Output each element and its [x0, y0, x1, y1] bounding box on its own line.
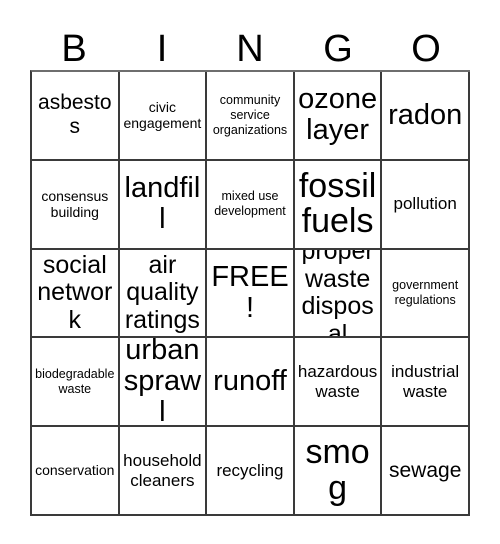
bingo-cell[interactable]: community service organizations — [207, 72, 295, 161]
bingo-cell[interactable]: fossil fuels — [294, 160, 383, 250]
bingo-cell[interactable]: landfill — [119, 160, 208, 250]
bingo-cell[interactable]: consensus building — [32, 160, 120, 250]
bingo-cell[interactable]: runoff — [207, 338, 295, 428]
bingo-cell[interactable]: sewage — [382, 427, 470, 516]
bingo-cell-label: industrial waste — [391, 362, 460, 401]
bingo-cell-label: conservation — [35, 462, 115, 479]
bingo-cell[interactable]: air quality ratings — [119, 249, 208, 339]
bingo-cell-label: sewage — [388, 458, 462, 482]
bingo-cell-label: pollution — [393, 194, 457, 214]
bingo-cell-label: runoff — [213, 365, 287, 398]
bingo-cell-label: mixed use development — [214, 189, 286, 219]
bingo-free-space[interactable]: FREE! — [207, 249, 295, 339]
bingo-cell[interactable]: proper waste disposal — [294, 249, 383, 339]
bingo-cell-label: household cleaners — [123, 450, 202, 490]
bingo-card: B I N G O asbestos civic engagement community … — [0, 0, 500, 544]
bingo-cell-label: biodegradable waste — [35, 367, 115, 396]
bingo-cell[interactable]: household cleaners — [119, 427, 208, 516]
bingo-cell-label: community service organizations — [212, 93, 288, 137]
bingo-cell[interactable]: conservation — [32, 427, 120, 516]
bingo-cell-label: hazardous waste — [297, 362, 378, 401]
bingo-header: BINGO — [30, 18, 470, 70]
bingo-cell[interactable]: civic engagement — [119, 72, 208, 161]
bingo-cell[interactable]: pollution — [382, 160, 470, 250]
bingo-header-letter-o: O — [411, 28, 441, 70]
bingo-header-letter-b: B — [61, 28, 87, 70]
bingo-cell[interactable]: smog — [294, 427, 383, 516]
bingo-cell-label: air quality ratings — [124, 250, 200, 334]
bingo-cell[interactable]: government regulations — [382, 249, 470, 339]
bingo-cell[interactable]: recycling — [207, 427, 295, 516]
bingo-cell-label: radon — [388, 98, 463, 131]
bingo-cell-label: proper waste disposal — [301, 249, 374, 339]
bingo-cell[interactable]: radon — [382, 72, 470, 161]
bingo-cell-label: civic engagement — [123, 98, 202, 132]
bingo-cell[interactable]: biodegradable waste — [32, 338, 120, 428]
bingo-cell[interactable]: hazardous waste — [294, 338, 383, 428]
bingo-cell[interactable]: social network — [32, 249, 120, 339]
bingo-cell-label: recycling — [216, 460, 284, 480]
bingo-cell-label: consensus building — [41, 187, 109, 221]
bingo-header-letter-i: I — [156, 28, 168, 70]
bingo-cell[interactable]: urban sprawl — [119, 338, 208, 428]
bingo-cell-label: ozone layer — [298, 83, 378, 147]
bingo-cell-label: landfill — [124, 171, 201, 236]
bingo-header-letter-g: G — [323, 28, 353, 70]
bingo-cell-label: fossil fuels — [298, 166, 377, 241]
bingo-cell-label: urban sprawl — [123, 338, 202, 428]
bingo-cell[interactable]: mixed use development — [207, 160, 295, 250]
bingo-cell-label: social network — [37, 250, 113, 334]
bingo-cell-label: smog — [305, 432, 370, 507]
bingo-cell-label: government regulations — [392, 278, 459, 307]
bingo-grid: asbestos civic engagement community servic… — [30, 70, 470, 516]
bingo-cell-label: FREE! — [211, 260, 289, 324]
bingo-cell-label: asbestos — [38, 91, 112, 139]
bingo-header-letter-n: N — [236, 28, 264, 70]
bingo-cell[interactable]: ozone layer — [294, 72, 383, 161]
bingo-cell[interactable]: asbestos — [32, 72, 120, 161]
bingo-cell[interactable]: industrial waste — [382, 338, 470, 428]
